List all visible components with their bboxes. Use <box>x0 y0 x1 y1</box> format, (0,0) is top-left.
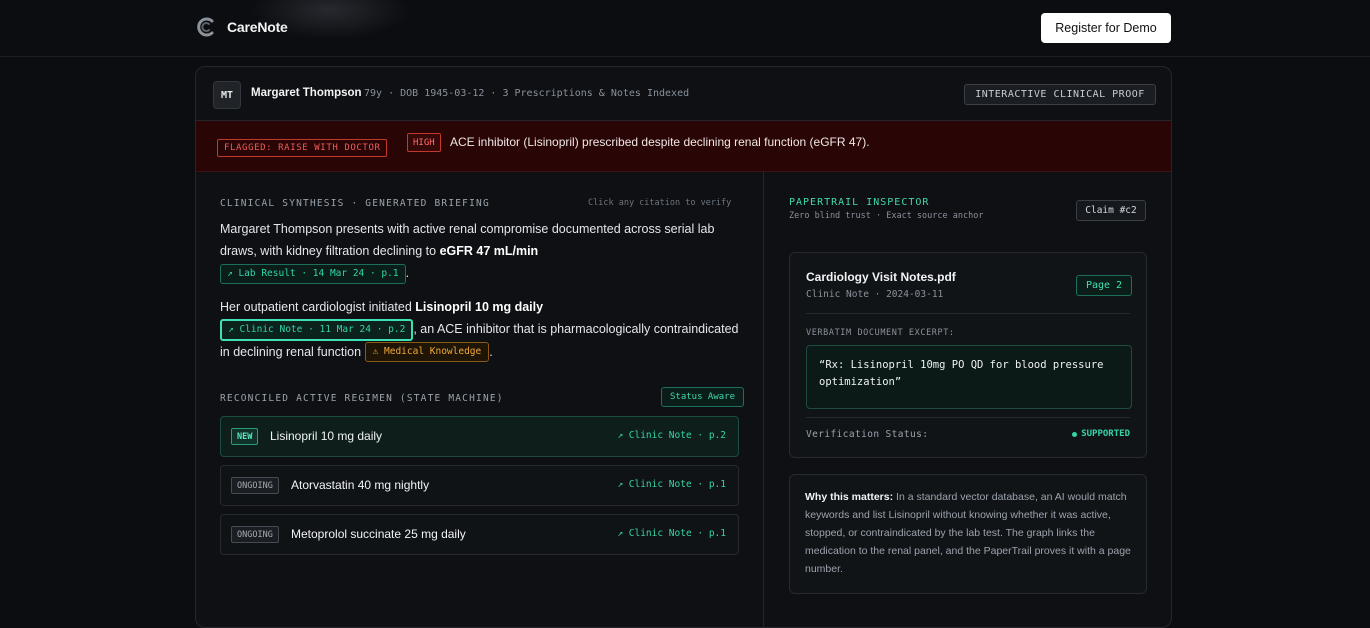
document-subtitle: Clinic Note · 2024-03-11 <box>806 289 944 300</box>
synthesis-paragraph-1: Margaret Thompson presents with active r… <box>220 218 740 284</box>
regimen-status-tag: ONGOING <box>231 477 279 494</box>
p1-bold: eGFR 47 mL/min <box>439 244 539 258</box>
regimen-drug-name: Lisinopril 10 mg daily <box>270 429 383 443</box>
brand-logo[interactable]: CareNote <box>195 16 288 38</box>
alert-banner: FLAGGED: RAISE WITH DOCTOR HIGH ACE inhi… <box>196 121 1171 172</box>
clinical-proof-card: MT Margaret Thompson 79y · DOB 1945-03-1… <box>195 66 1172 628</box>
flagged-badge: FLAGGED: RAISE WITH DOCTOR <box>217 139 388 157</box>
regimen-source-link[interactable]: ↗ Clinic Note · p.1 <box>617 479 726 490</box>
document-title: Cardiology Visit Notes.pdf <box>806 270 956 284</box>
regimen-drug-name: Atorvastatin 40 mg nightly <box>291 478 430 492</box>
regimen-label: RECONCILED ACTIVE REGIMEN (STATE MACHINE… <box>220 393 504 404</box>
regimen-drug-name: Metoprolol succinate 25 mg daily <box>291 527 466 541</box>
excerpt-label: VERBATIM DOCUMENT EXCERPT: <box>806 328 955 338</box>
regimen-row[interactable]: ONGOING Atorvastatin 40 mg nightly ↗ Cli… <box>220 465 739 506</box>
verification-status: SUPPORTED <box>1072 429 1130 439</box>
patient-avatar: MT <box>213 81 241 109</box>
patient-name: Margaret Thompson <box>251 87 362 99</box>
p2-bold: Lisinopril 10 mg daily <box>415 300 544 314</box>
patient-meta: 79y · DOB 1945-03-12 · 3 Prescriptions &… <box>364 88 690 99</box>
regimen-status-tag: NEW <box>231 428 259 445</box>
p2-text: Her outpatient cardiologist initiated <box>220 300 416 314</box>
interactive-proof-badge: INTERACTIVE CLINICAL PROOF <box>964 84 1156 105</box>
page-badge: Page 2 <box>1076 275 1132 296</box>
doc-divider <box>806 313 1130 314</box>
inspector-subtitle: Zero blind trust · Exact source anchor <box>789 211 984 221</box>
severity-badge: HIGH <box>407 133 441 152</box>
claim-badge: Claim #c2 <box>1076 200 1146 221</box>
inspector-title: PAPERTRAIL INSPECTOR <box>789 197 930 208</box>
regimen-source-link[interactable]: ↗ Clinic Note · p.2 <box>617 430 726 441</box>
synthesis-paragraph-2: Her outpatient cardiologist initiated Li… <box>220 296 740 363</box>
status-aware-badge: Status Aware <box>661 387 745 407</box>
patient-header: MT Margaret Thompson 79y · DOB 1945-03-1… <box>196 67 1171 121</box>
regimen-row[interactable]: ONGOING Metoprolol succinate 25 mg daily… <box>220 514 739 555</box>
carenote-logo-icon <box>197 17 214 37</box>
regimen-source-link[interactable]: ↗ Clinic Note · p.1 <box>617 528 726 539</box>
citation-clinic-note-active[interactable]: ↗ Clinic Note · 11 Mar 24 · p.2 <box>220 318 414 341</box>
why-this-matters-card: Why this matters: In a standard vector d… <box>789 474 1147 594</box>
pane-divider <box>763 171 764 627</box>
why-text: Why this matters: In a standard vector d… <box>805 488 1135 578</box>
brand-name: CareNote <box>227 19 288 35</box>
p1-end: . <box>405 266 410 280</box>
why-lead: Why this matters: <box>805 491 894 503</box>
alert-message: ACE inhibitor (Lisinopril) prescribed de… <box>450 135 870 149</box>
regimen-status-tag: ONGOING <box>231 526 279 543</box>
verbatim-excerpt: “Rx: Lisinopril 10mg PO QD for blood pre… <box>806 345 1132 409</box>
doc-divider <box>806 417 1130 418</box>
regimen-row[interactable]: NEW Lisinopril 10 mg daily ↗ Clinic Note… <box>220 416 739 457</box>
citation-lab-result[interactable]: ↗ Lab Result · 14 Mar 24 · p.1 <box>220 263 406 284</box>
verification-label: Verification Status: <box>806 429 929 440</box>
synthesis-label: CLINICAL SYNTHESIS · GENERATED BRIEFING <box>220 198 490 209</box>
status-dot-icon <box>1072 431 1078 437</box>
register-demo-button[interactable]: Register for Demo <box>1041 13 1171 43</box>
verification-value: SUPPORTED <box>1081 429 1130 439</box>
citation-hint: Click any citation to verify <box>588 198 732 208</box>
top-navbar: CareNote Register for Demo <box>0 0 1370 57</box>
why-body: In a standard vector database, an AI wou… <box>805 491 1131 575</box>
source-document-card: Cardiology Visit Notes.pdf Clinic Note ·… <box>789 252 1147 458</box>
medical-knowledge-badge[interactable]: ⚠ Medical Knowledge <box>364 342 490 363</box>
p2-end: . <box>489 344 493 359</box>
